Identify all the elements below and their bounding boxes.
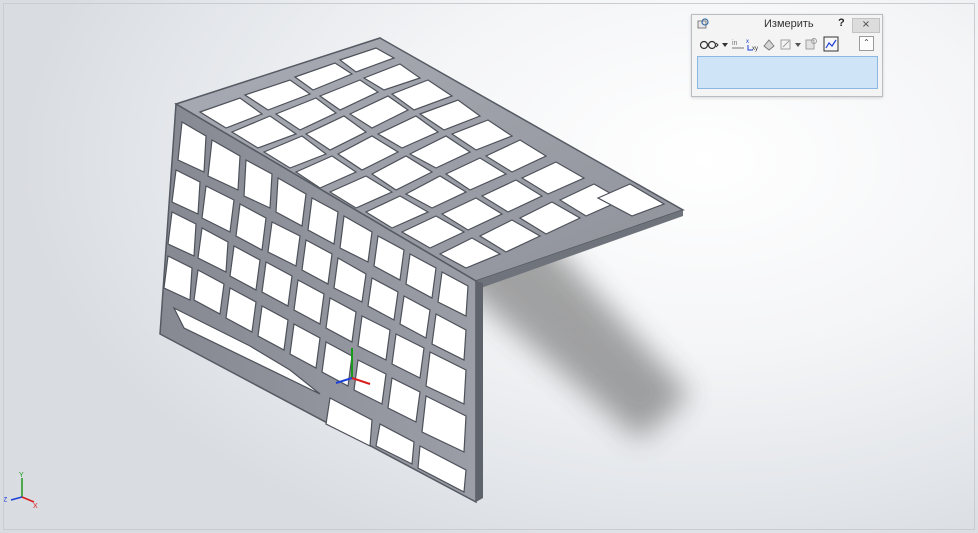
close-button[interactable]: × [852, 18, 880, 33]
triad-x-label: X [33, 503, 38, 510]
triad-z-label: Z [3, 497, 8, 504]
graph-icon[interactable] [823, 36, 839, 52]
svg-text:in: in [732, 40, 738, 47]
measure-title: Измерить [764, 18, 814, 30]
measure-toolbar: in x xy [695, 36, 879, 52]
measure-titlebar[interactable]: Измерить ? × [692, 15, 882, 34]
create-sensor-icon[interactable] [803, 36, 819, 52]
collapse-button[interactable]: ⌃ [859, 36, 874, 51]
projected-on-icon[interactable] [779, 36, 793, 52]
graphics-area[interactable]: Y Z X Измерить ? × in x xy ⌃ [0, 0, 978, 533]
svg-text:xy: xy [752, 46, 758, 52]
measure-dialog[interactable]: Измерить ? × in x xy ⌃ [691, 14, 883, 97]
units-precision-icon[interactable]: in [731, 36, 745, 52]
dropdown-arrow-icon[interactable] [720, 36, 730, 52]
point-to-point-icon[interactable] [761, 36, 777, 52]
svg-text:x: x [746, 39, 749, 45]
view-triad: Y Z X [3, 472, 38, 510]
measure-tool-icon [697, 18, 709, 29]
measure-result-box[interactable] [697, 56, 878, 89]
show-xyz-measurements-icon[interactable]: x xy [745, 36, 761, 52]
help-button[interactable]: ? [838, 17, 845, 29]
triad-y-label: Y [19, 472, 24, 479]
dropdown-arrow-2-icon[interactable] [793, 36, 803, 52]
arc-circle-measure-icon[interactable] [699, 36, 719, 52]
